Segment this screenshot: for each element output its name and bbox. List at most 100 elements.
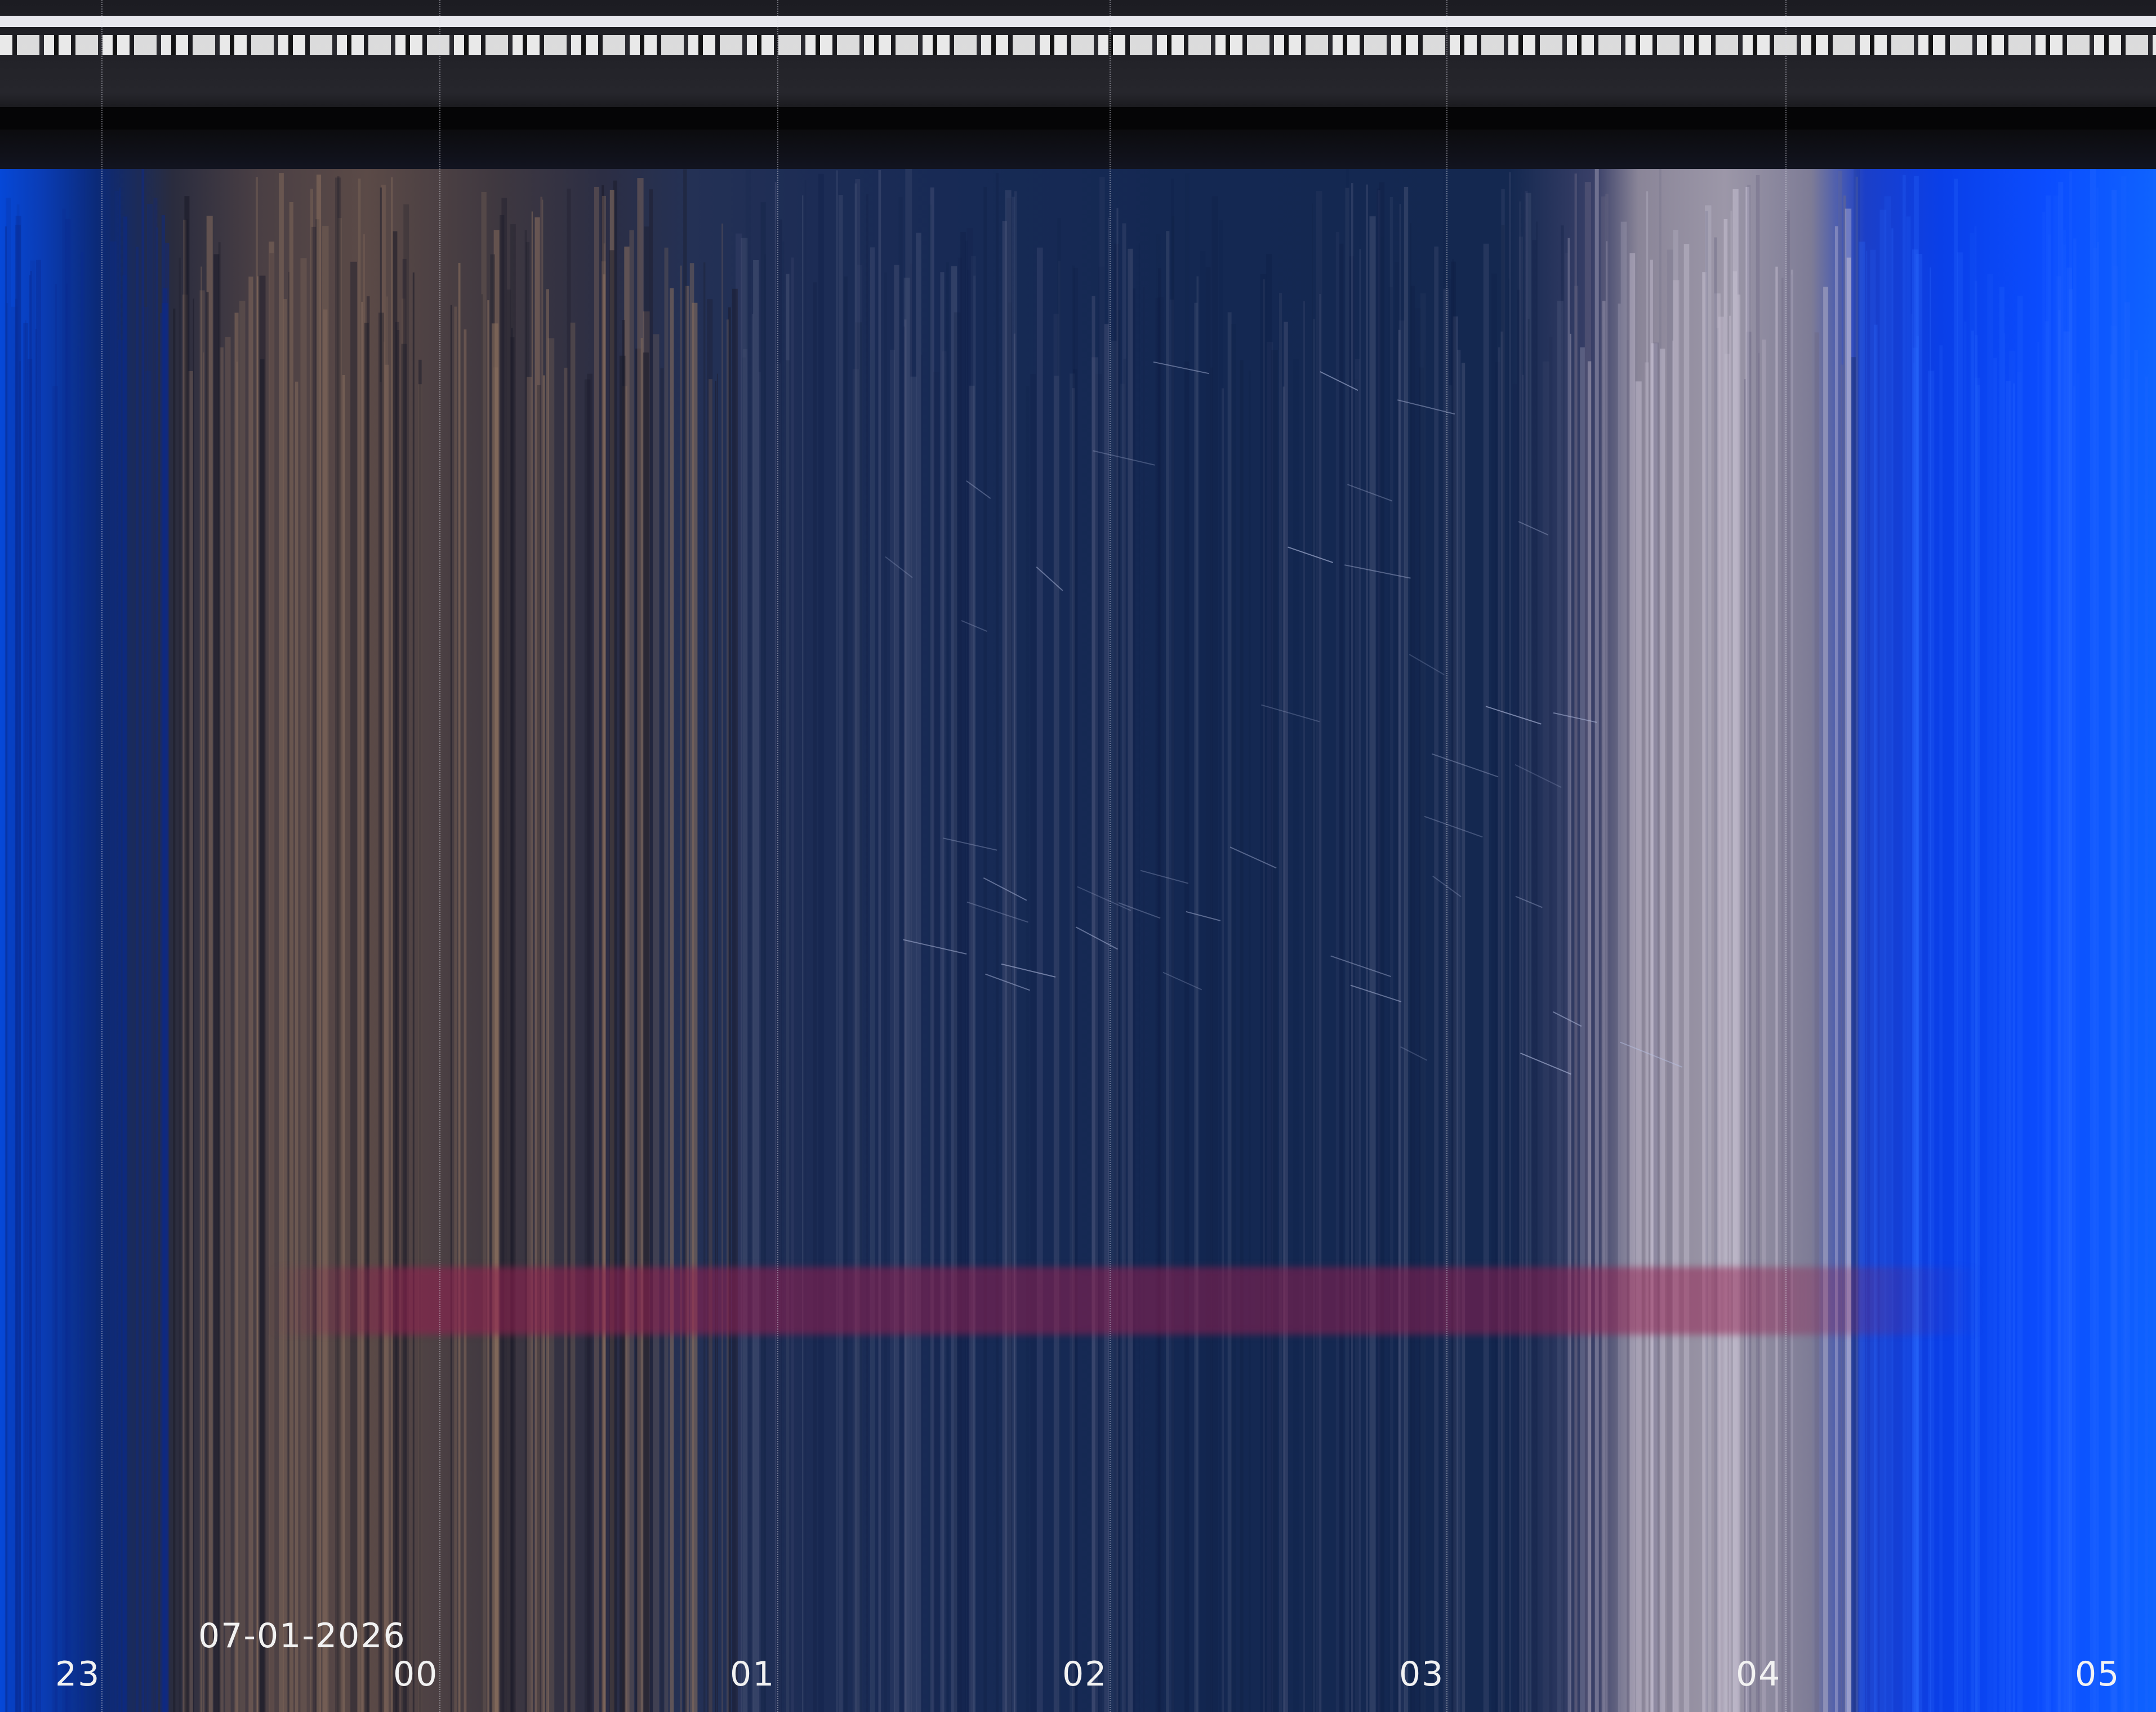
- vertical-streak: [1964, 321, 1967, 1712]
- vertical-streak: [164, 243, 170, 1712]
- vertical-streak: [1316, 191, 1322, 1712]
- vertical-streak: [782, 241, 785, 1712]
- vertical-streak: [1036, 247, 1043, 1712]
- vertical-streak: [594, 186, 599, 1712]
- vertical-streak: [1525, 190, 1528, 1712]
- vertical-streak: [1279, 293, 1282, 1712]
- vertical-streak: [393, 231, 398, 1712]
- hour-gridline-00: [439, 0, 440, 1712]
- vertical-streak: [902, 326, 905, 1712]
- vertical-streak: [1116, 208, 1119, 1712]
- vertical-streak: [2096, 242, 2099, 1712]
- vertical-streak: [1627, 340, 1629, 1712]
- vertical-streak: [2110, 354, 2113, 1712]
- vertical-streak: [1620, 221, 1627, 1712]
- vertical-streak: [1606, 241, 1608, 1712]
- hour-label-23: 23: [55, 1655, 101, 1694]
- vertical-streak: [2017, 372, 2022, 1712]
- vertical-streak: [361, 301, 363, 1712]
- vertical-streak: [1683, 244, 1690, 1712]
- vertical-streak: [2042, 212, 2046, 1712]
- vertical-streak: [1346, 163, 1349, 1712]
- vertical-streak: [1787, 210, 1790, 1712]
- vertical-streak: [135, 247, 139, 1712]
- vertical-streak: [1723, 219, 1728, 1712]
- vertical-streak: [62, 208, 66, 1712]
- vertical-streak: [1549, 337, 1553, 1712]
- vertical-streak: [640, 338, 643, 1712]
- vertical-streak: [804, 180, 807, 1712]
- vertical-streak: [1366, 184, 1368, 1712]
- vertical-streak: [1355, 359, 1360, 1712]
- vertical-streak: [527, 377, 533, 1712]
- vertical-streak: [2145, 376, 2148, 1712]
- vertical-streak: [973, 275, 976, 1712]
- vertical-streak: [1667, 249, 1673, 1712]
- vertical-streak: [337, 176, 340, 1712]
- vertical-streak: [1594, 164, 1599, 1712]
- vertical-streak: [386, 296, 388, 1712]
- vertical-streak: [1205, 267, 1211, 1712]
- vertical-streak: [29, 275, 31, 1712]
- vertical-streak: [1123, 358, 1126, 1712]
- vertical-streak: [818, 173, 824, 1712]
- vertical-streak: [358, 179, 361, 1712]
- vertical-streak: [1866, 251, 1868, 1712]
- star-trail: [1140, 870, 1189, 884]
- vertical-streak: [844, 276, 848, 1712]
- vertical-streak: [1404, 186, 1409, 1712]
- vertical-streak: [288, 271, 289, 1712]
- header-noise-bar: [0, 0, 2156, 169]
- vertical-streak: [1758, 353, 1760, 1712]
- vertical-streak: [1993, 358, 1997, 1712]
- vertical-streak: [670, 288, 674, 1712]
- vertical-streak: [1729, 315, 1731, 1712]
- vertical-streak: [458, 262, 461, 1712]
- vertical-streak: [852, 369, 859, 1712]
- vertical-streak: [683, 169, 687, 1712]
- vertical-streak: [1053, 314, 1059, 1712]
- vertical-streak: [464, 329, 467, 1712]
- vertical-streak: [966, 228, 973, 1712]
- vertical-streak: [791, 257, 794, 1712]
- vertical-streak: [1227, 312, 1232, 1712]
- vertical-streak: [147, 204, 153, 1712]
- hour-label-04: 04: [1736, 1655, 1781, 1694]
- vertical-streak: [1200, 251, 1206, 1712]
- vertical-streak: [311, 226, 317, 1712]
- vertical-streak: [753, 260, 759, 1712]
- vertical-streak: [813, 282, 817, 1712]
- vertical-streak: [1927, 371, 1935, 1712]
- vertical-streak: [1498, 347, 1500, 1712]
- vertical-streak: [173, 308, 176, 1712]
- vertical-streak: [1026, 386, 1030, 1712]
- vertical-streak: [764, 254, 767, 1712]
- vertical-streak: [1635, 381, 1642, 1712]
- vertical-streak: [1536, 221, 1538, 1712]
- vertical-streak: [1166, 231, 1170, 1712]
- vertical-streak: [239, 301, 246, 1712]
- vertical-streak: [1762, 339, 1766, 1712]
- vertical-streak: [1240, 360, 1244, 1712]
- vertical-streak: [1231, 324, 1236, 1712]
- vertical-streak: [2134, 350, 2138, 1712]
- hour-gridline-23: [101, 0, 103, 1712]
- vertical-streak: [1248, 371, 1251, 1712]
- vertical-streak: [81, 252, 84, 1712]
- vertical-streak: [1339, 243, 1344, 1712]
- vertical-streak: [542, 375, 545, 1712]
- vertical-streak: [418, 384, 422, 1712]
- vertical-streak: [203, 352, 204, 1712]
- vertical-streak: [1312, 203, 1313, 1712]
- vertical-streak: [1954, 179, 1958, 1712]
- hour-gridline-02: [1110, 0, 1111, 1712]
- vertical-streak: [537, 385, 541, 1712]
- vertical-streak: [1957, 252, 1963, 1712]
- vertical-streak: [2153, 168, 2155, 1712]
- vertical-streak: [609, 250, 614, 1712]
- vertical-streak: [1565, 253, 1570, 1712]
- vertical-streak: [378, 313, 384, 1712]
- vertical-streak: [1781, 278, 1784, 1712]
- vertical-streak: [391, 177, 393, 1712]
- vertical-streak: [878, 170, 881, 1712]
